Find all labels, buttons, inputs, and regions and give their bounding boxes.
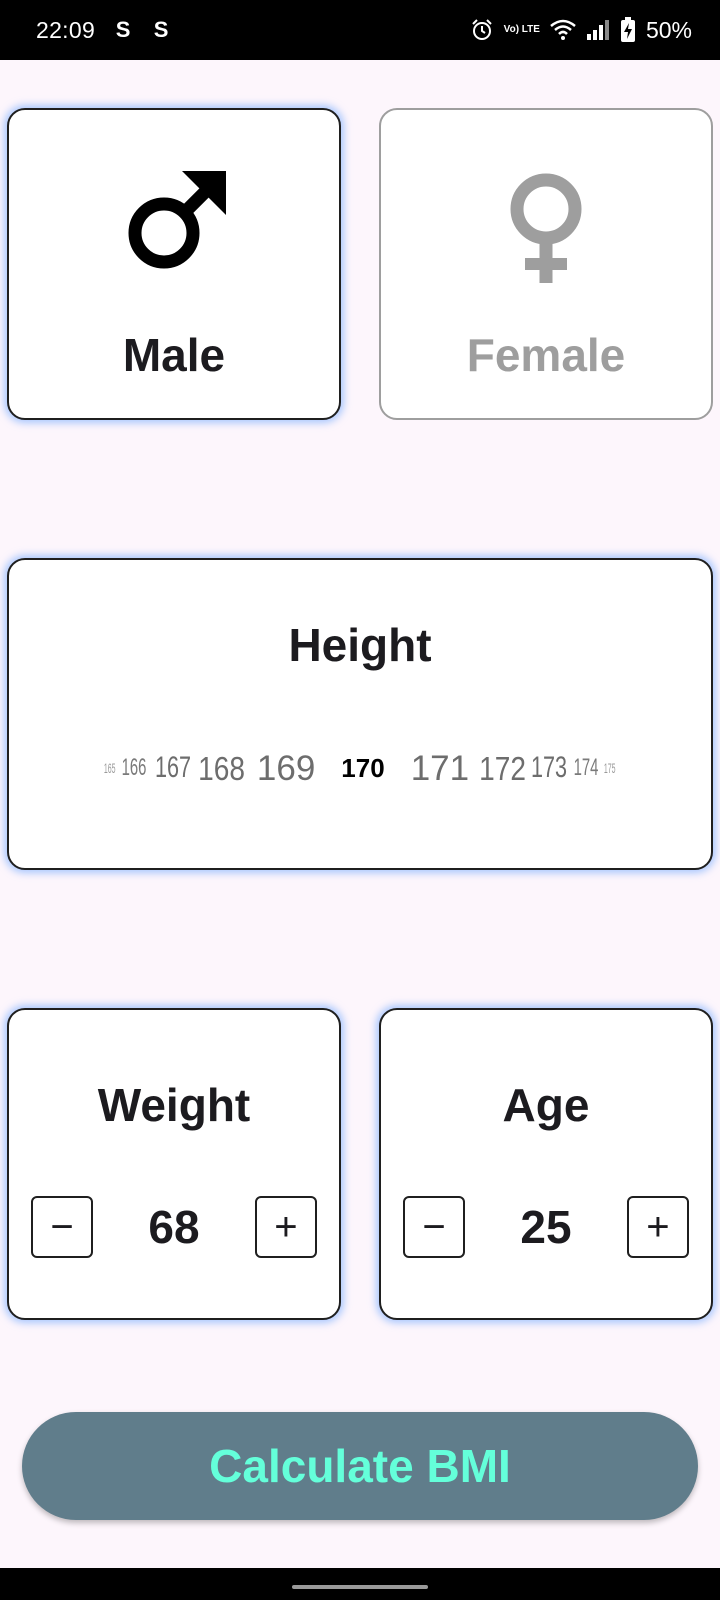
status-bar-right: Vo) LTE 50% — [470, 17, 692, 44]
weight-card: Weight − 68 + — [7, 1008, 341, 1320]
height-picker[interactable]: 165 166 167 168 169 170 171 172 173 174 … — [9, 738, 711, 798]
minus-icon: − — [422, 1204, 446, 1249]
height-option[interactable]: 171 — [411, 751, 469, 786]
notification-s-icon: S — [153, 17, 169, 42]
age-title: Age — [502, 1079, 590, 1131]
height-card: Height 165 166 167 168 169 170 171 172 1… — [7, 558, 713, 870]
height-option[interactable]: 168 — [198, 752, 245, 785]
status-bar-left: 22:09 S S — [36, 17, 171, 44]
status-bar: 22:09 S S Vo) LTE 50% — [0, 0, 720, 60]
height-option[interactable]: 173 — [531, 753, 567, 783]
height-option[interactable]: 165 — [104, 761, 116, 775]
notification-s-icon: S — [115, 17, 131, 42]
age-value: 25 — [520, 1201, 572, 1253]
height-option[interactable]: 175 — [604, 761, 616, 775]
weight-decrement-button[interactable]: − — [31, 1196, 93, 1258]
alarm-icon — [470, 18, 494, 42]
female-card[interactable]: Female — [379, 108, 713, 420]
weight-title: Weight — [97, 1079, 251, 1131]
height-option[interactable]: 167 — [155, 753, 191, 783]
height-selected-value[interactable]: 170 — [341, 755, 384, 781]
male-card[interactable]: Male — [7, 108, 341, 420]
minus-icon: − — [50, 1204, 74, 1249]
battery-charging-icon — [620, 17, 636, 43]
weight-increment-button[interactable]: + — [254, 1196, 317, 1258]
age-increment-button[interactable]: + — [626, 1196, 689, 1258]
weight-stepper: − 68 + — [31, 1196, 317, 1258]
signal-icon — [586, 19, 610, 41]
calculate-bmi-button[interactable]: Calculate BMI — [22, 1412, 698, 1520]
height-title: Height — [288, 619, 432, 671]
weight-value: 68 — [148, 1201, 200, 1253]
male-symbol-icon — [128, 171, 226, 269]
height-option[interactable]: 169 — [257, 751, 315, 786]
plus-icon: + — [274, 1204, 298, 1249]
height-option[interactable]: 172 — [479, 752, 526, 785]
age-stepper: − 25 + — [403, 1196, 689, 1258]
wifi-icon — [550, 19, 576, 41]
female-symbol-icon — [510, 173, 582, 283]
age-card: Age − 25 + — [379, 1008, 713, 1320]
male-label: Male — [122, 329, 226, 381]
plus-icon: + — [646, 1204, 670, 1249]
home-gesture-handle[interactable] — [292, 1585, 428, 1589]
height-option[interactable]: 174 — [574, 756, 599, 780]
age-decrement-button[interactable]: − — [403, 1196, 465, 1258]
height-option[interactable]: 166 — [121, 756, 146, 780]
navigation-bar — [0, 1568, 720, 1600]
volte-icon: Vo) LTE — [503, 24, 540, 35]
calculate-bmi-label: Calculate BMI — [209, 1440, 511, 1492]
battery-percentage: 50% — [645, 16, 692, 43]
female-label: Female — [466, 329, 626, 381]
status-time: 22:09 — [36, 16, 96, 43]
